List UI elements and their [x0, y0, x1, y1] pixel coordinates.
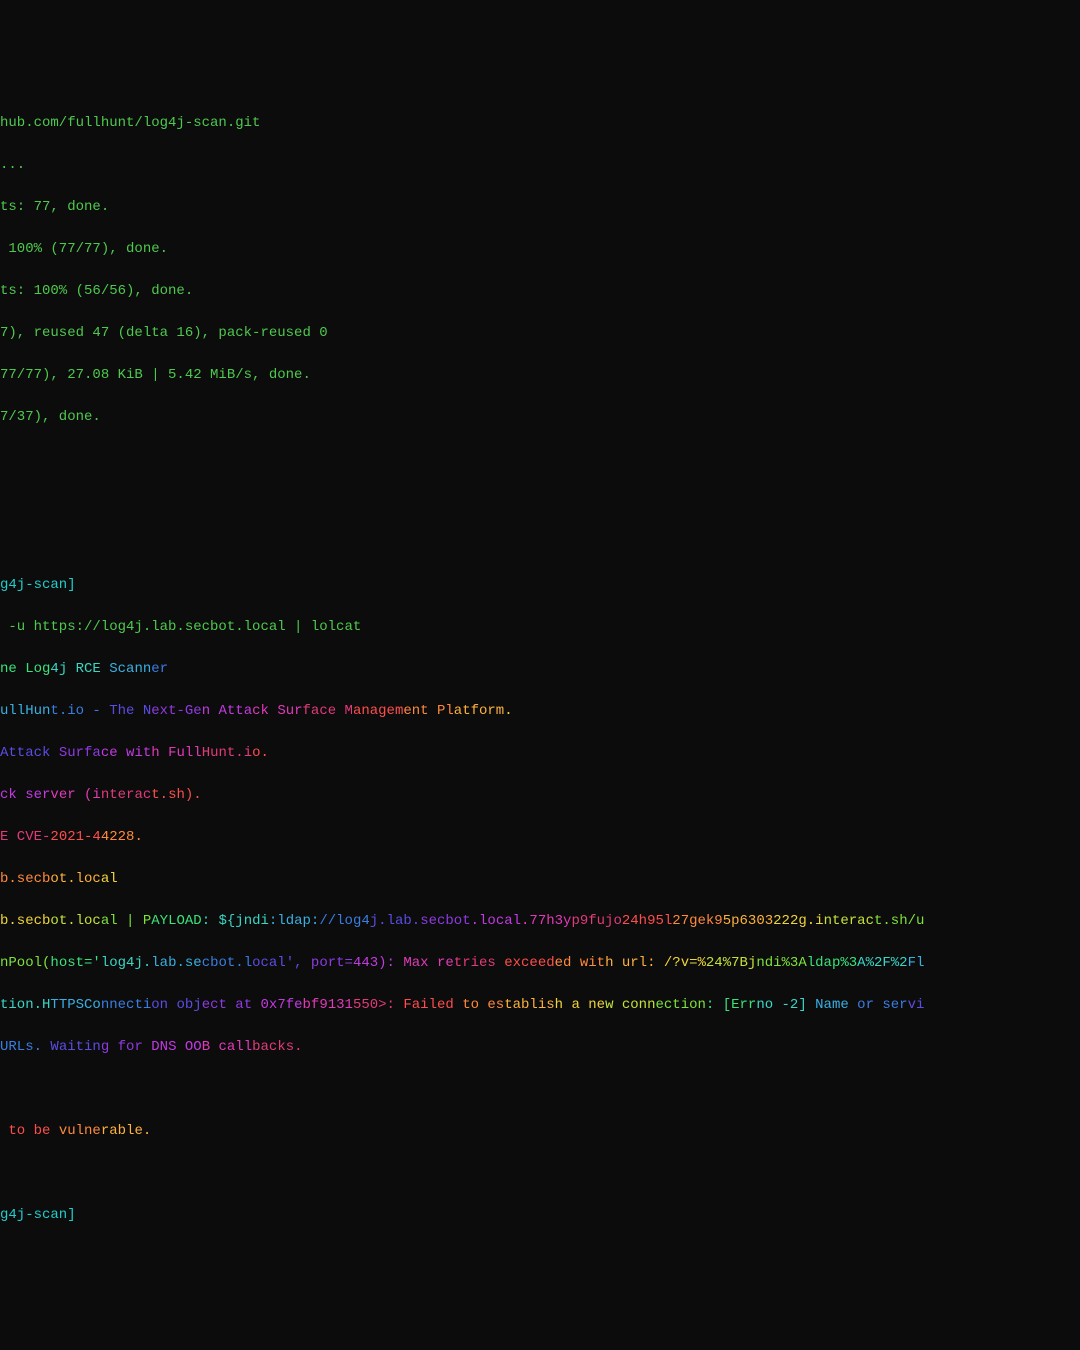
lolcat-line: ne Log4j RCE Scanner — [0, 659, 1080, 680]
blank-line — [0, 491, 1080, 512]
lolcat-line: b.secbot.local | PAYLOAD: ${jndi:ldap://… — [0, 911, 1080, 932]
lolcat-line: URLs. Waiting for DNS OOB callbacks. — [0, 1037, 1080, 1058]
lolcat-line: b.secbot.local — [0, 869, 1080, 890]
lolcat-line: ullHunt.io - The Next-Gen Attack Surface… — [0, 701, 1080, 722]
lolcat-line: tion.HTTPSConnection object at 0x7febf91… — [0, 995, 1080, 1016]
lolcat-line: ck server (interact.sh). — [0, 785, 1080, 806]
lolcat-line: to be vulnerable. — [0, 1121, 1080, 1142]
prompt-line: g4j-scan] — [0, 1205, 1080, 1226]
terminal-output: hub.com/fullhunt/log4j-scan.git ... ts: … — [0, 92, 1080, 1247]
prompt-line: g4j-scan] — [0, 575, 1080, 596]
git-line: hub.com/fullhunt/log4j-scan.git — [0, 113, 1080, 134]
lolcat-line: E CVE-2021-44228. — [0, 827, 1080, 848]
git-line: ... — [0, 155, 1080, 176]
blank-line — [0, 1163, 1080, 1184]
git-line: 7/37), done. — [0, 407, 1080, 428]
blank-line — [0, 449, 1080, 470]
git-line: 7), reused 47 (delta 16), pack-reused 0 — [0, 323, 1080, 344]
git-line: 77/77), 27.08 KiB | 5.42 MiB/s, done. — [0, 365, 1080, 386]
blank-line — [0, 1079, 1080, 1100]
blank-line — [0, 533, 1080, 554]
command-line[interactable]: -u https://log4j.lab.secbot.local | lolc… — [0, 617, 1080, 638]
lolcat-line: nPool(host='log4j.lab.secbot.local', por… — [0, 953, 1080, 974]
git-line: ts: 100% (56/56), done. — [0, 281, 1080, 302]
lolcat-line: Attack Surface with FullHunt.io. — [0, 743, 1080, 764]
git-line: 100% (77/77), done. — [0, 239, 1080, 260]
prompt-dir: g4j-scan — [0, 1207, 67, 1223]
git-line: ts: 77, done. — [0, 197, 1080, 218]
prompt-dir: g4j-scan — [0, 577, 67, 593]
